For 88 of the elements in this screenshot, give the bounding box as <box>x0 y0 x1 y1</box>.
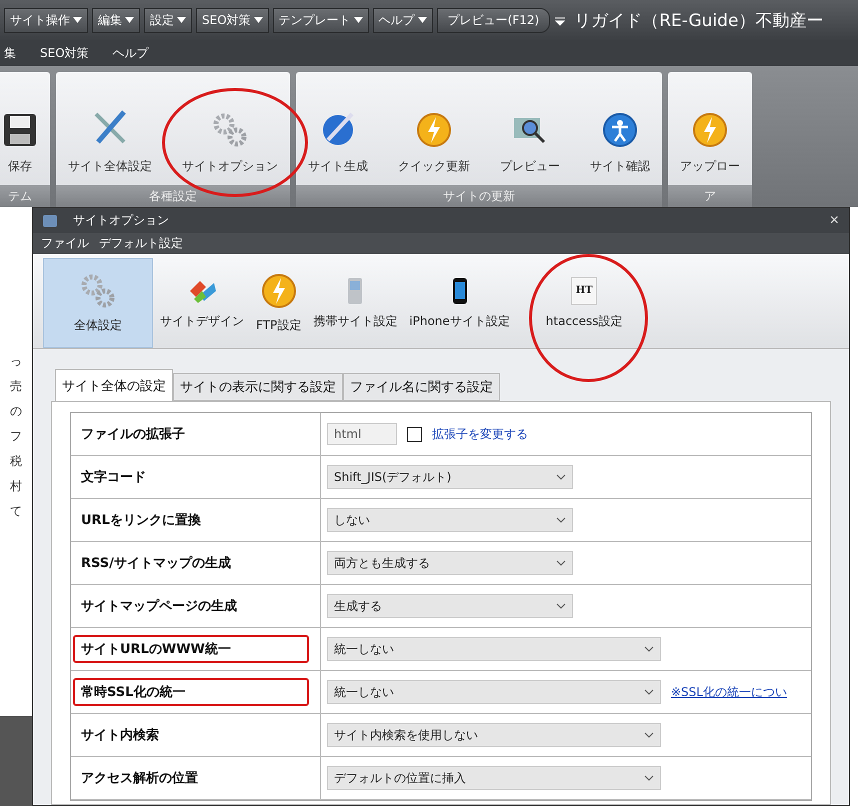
dialog-title: サイトオプション <box>73 212 170 229</box>
toolbar-tab[interactable]: HT htaccess設定 <box>540 258 628 348</box>
background-text: て <box>10 503 23 520</box>
menu-item[interactable]: デフォルト設定 <box>99 235 183 252</box>
menu-item[interactable]: 集 <box>4 44 16 62</box>
toolbar-tab[interactable]: 全体設定 <box>43 258 153 348</box>
background-text: 税 <box>10 453 23 470</box>
person-icon <box>602 112 638 148</box>
tab[interactable]: ファイル名に関する設定 <box>343 373 500 401</box>
ribbon-button[interactable]: プレビュー <box>496 112 564 175</box>
lightning-icon <box>416 112 452 148</box>
background-text: 村 <box>10 478 23 495</box>
lightning-icon <box>692 112 728 148</box>
setting-label: 文字コード <box>80 468 147 487</box>
group-label: テム <box>0 185 50 207</box>
background-text: 売 <box>10 378 23 395</box>
setting-label: サイト内検索 <box>80 726 160 745</box>
menu-dropdown[interactable]: サイト操作 <box>4 8 88 32</box>
menu-item[interactable]: ヘルプ <box>112 44 149 62</box>
gears-icon <box>212 112 248 148</box>
setting-label: サイトURLのWWW統一 <box>73 635 309 663</box>
setting-label: 常時SSL化の統一 <box>73 678 309 706</box>
setting-label: URLをリンクに置換 <box>80 512 202 530</box>
menu-dropdown[interactable]: SEO対策 <box>196 8 269 32</box>
chevron-icon <box>556 474 566 480</box>
group-label: ア <box>668 185 752 207</box>
caret-icon <box>177 17 186 23</box>
preview-button[interactable]: プレビュー(F12) <box>436 8 550 32</box>
chevron-icon <box>644 732 654 738</box>
chevron-icon <box>556 517 566 523</box>
setting-label: RSS/サイトマップの生成 <box>80 554 232 573</box>
toolbar-tab[interactable]: 携帯サイト設定 <box>308 258 402 348</box>
ribbon-button[interactable]: サイトオプション <box>178 112 282 175</box>
menu-item[interactable]: ファイル <box>41 235 89 252</box>
dropdown[interactable]: 統一しない <box>327 680 661 704</box>
ribbon-button[interactable]: 保存 <box>0 112 42 175</box>
ribbon-button[interactable]: サイト確認 <box>586 112 654 175</box>
dropdown[interactable]: Shift_JIS(デフォルト) <box>327 465 573 489</box>
caret-icon <box>125 17 134 23</box>
setting-label: アクセス解析の位置 <box>80 770 199 788</box>
ribbon-button[interactable]: サイト生成 <box>304 108 372 175</box>
checkbox[interactable] <box>407 426 422 442</box>
caret-icon <box>418 17 427 23</box>
setting-label: ファイルの拡張子 <box>80 426 186 444</box>
gears-icon <box>80 272 116 308</box>
menu-dropdown[interactable]: ヘルプ <box>372 8 433 32</box>
tab[interactable]: サイト全体の設定 <box>55 369 173 401</box>
chevron-icon <box>644 689 654 695</box>
chevron-icon <box>644 775 654 781</box>
background-text: フ <box>10 428 23 445</box>
ribbon-button[interactable]: クイック更新 <box>394 112 474 175</box>
toolbar-tab[interactable]: iPhoneサイト設定 <box>404 258 515 348</box>
ribbon-button[interactable]: アップロー <box>676 112 744 175</box>
group-label: サイトの更新 <box>296 185 662 207</box>
dropdown[interactable]: しない <box>327 508 573 532</box>
tab[interactable]: サイトの表示に関する設定 <box>173 373 343 401</box>
menu-item[interactable]: SEO対策 <box>40 44 89 62</box>
close-button[interactable]: × <box>830 212 839 230</box>
group-label: 各種設定 <box>56 185 290 207</box>
setting-label: サイトマップページの生成 <box>80 598 238 616</box>
caret-icon <box>254 17 263 23</box>
dropdown[interactable]: 統一しない <box>327 637 661 661</box>
background-text: の <box>10 403 23 420</box>
toolbar-tab[interactable]: FTP設定 <box>251 258 306 348</box>
toolbar-tab[interactable]: サイトデザイン <box>155 258 249 348</box>
caret-icon <box>73 17 82 23</box>
menu-dropdown[interactable]: テンプレート <box>272 8 369 32</box>
dropdown[interactable]: サイト内検索を使用しない <box>327 723 661 747</box>
app-title: リガイド（RE-Guide）不動産ー <box>574 10 824 32</box>
chevron-icon <box>556 560 566 566</box>
document-icon: HT <box>571 276 598 304</box>
menu-dropdown[interactable]: 編集 <box>92 8 140 32</box>
checkbox-label[interactable]: 拡張子を変更する <box>432 426 528 442</box>
dropdown[interactable]: 生成する <box>327 594 573 618</box>
dropdown[interactable]: デフォルトの位置に挿入 <box>327 766 661 790</box>
chevron-icon <box>556 603 566 609</box>
menu-dropdown[interactable]: 設定 <box>144 8 192 32</box>
lightning-icon <box>260 272 297 308</box>
help-link[interactable]: ※SSL化の統一につい <box>671 684 787 700</box>
caret-icon <box>354 17 363 23</box>
ribbon-button[interactable]: サイト全体設定 <box>64 108 156 175</box>
background-text: っ <box>10 353 23 370</box>
extension-field[interactable]: html <box>327 423 397 445</box>
app-icon <box>43 214 57 226</box>
smartphone-icon <box>452 276 468 304</box>
mobile-phone-icon <box>347 276 364 304</box>
chevron-icon <box>644 646 654 652</box>
dropdown[interactable]: 両方とも生成する <box>327 551 573 575</box>
